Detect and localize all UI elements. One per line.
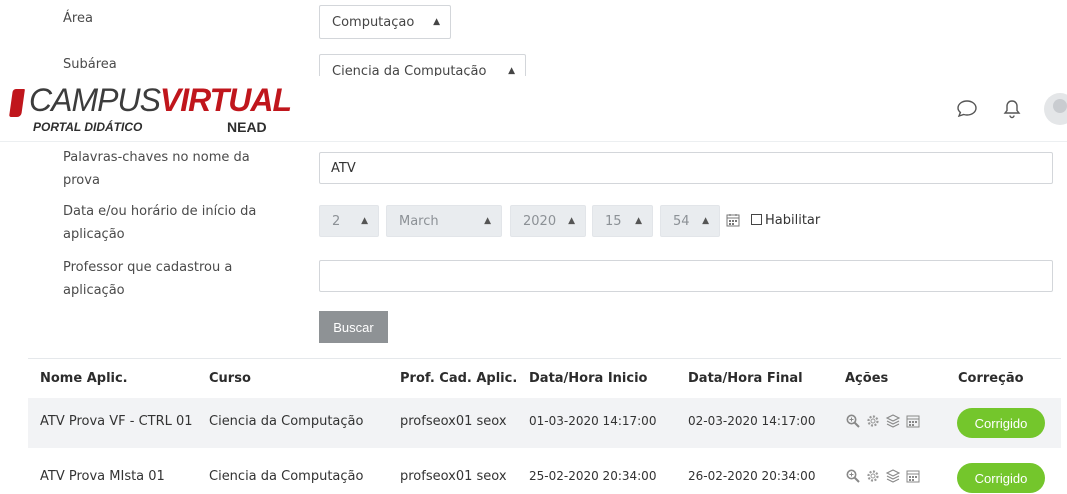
gear-icon[interactable] (865, 413, 881, 429)
cell-course: Ciencia da Computação (209, 469, 364, 484)
cell-name: ATV Prova VF - CTRL 01 (40, 414, 193, 429)
select-caret-icon: ▲︎ (702, 216, 709, 226)
layers-icon[interactable] (885, 413, 901, 429)
cell-start: 25-02-2020 20:34:00 (529, 469, 657, 483)
area-label: Área (63, 11, 93, 26)
column-header: Ações (845, 371, 889, 386)
keywords-label: Palavras-chaves no nome da prova (63, 150, 250, 188)
area-select[interactable]: Computaçao ▲︎ (319, 5, 451, 39)
subarea-label: Subárea (63, 57, 117, 72)
row-actions (845, 468, 921, 484)
select-caret-icon: ▲︎ (568, 216, 575, 226)
status-badge-button[interactable]: Corrigido (957, 463, 1045, 493)
minute-select-value: 54 (673, 213, 690, 229)
select-caret-icon: ▲︎ (508, 66, 515, 76)
start-datetime-label: Data e/ou horário de início da aplicação (63, 204, 257, 242)
select-caret-icon: ▲︎ (635, 216, 642, 226)
hour-select-value: 15 (605, 213, 622, 229)
year-select[interactable]: 2020 ▲︎ (510, 205, 586, 237)
day-select-value: 2 (332, 213, 341, 229)
select-caret-icon: ▲︎ (433, 17, 440, 27)
search-button[interactable]: Buscar (319, 311, 388, 343)
table-row: ATV Prova VF - CTRL 01 Ciencia da Comput… (28, 398, 1061, 448)
row-actions (845, 413, 921, 429)
enable-checkbox[interactable] (751, 214, 762, 225)
year-select-value: 2020 (523, 213, 557, 229)
minute-select[interactable]: 54 ▲︎ (660, 205, 720, 237)
chat-bubble-icon[interactable] (956, 98, 978, 120)
cell-prof: profseox01 seox (400, 414, 507, 429)
cell-prof: profseox01 seox (400, 469, 507, 484)
bell-icon[interactable] (1001, 98, 1023, 120)
month-select-value: March (399, 213, 439, 229)
magnifier-icon[interactable] (845, 468, 861, 484)
column-header[interactable]: Curso (209, 371, 251, 386)
select-caret-icon: ▲︎ (484, 216, 491, 226)
calendar-icon[interactable] (905, 413, 921, 429)
column-header[interactable]: Prof. Cad. Aplic. (400, 371, 517, 386)
gear-icon[interactable] (865, 468, 881, 484)
teacher-label: Professor que cadastrou a aplicação (63, 260, 233, 298)
month-select[interactable]: March ▲︎ (386, 205, 502, 237)
cell-start: 01-03-2020 14:17:00 (529, 414, 657, 428)
keywords-input[interactable] (319, 152, 1053, 184)
logo-nead-text: NEAD (227, 119, 267, 135)
column-header[interactable]: Nome Aplic. (40, 371, 128, 386)
hour-select[interactable]: 15 ▲︎ (592, 205, 653, 237)
logo-mark-icon (9, 89, 25, 117)
day-select[interactable]: 2 ▲︎ (319, 205, 379, 237)
enable-checkbox-wrap[interactable]: Habilitar (751, 213, 820, 228)
teacher-input[interactable] (319, 260, 1053, 292)
logo-portal-text: PORTAL DIDÁTICO (33, 120, 143, 134)
area-select-value: Computaçao (332, 14, 415, 30)
site-header: CAMPUSVIRTUAL PORTAL DIDÁTICO NEAD (0, 76, 1067, 142)
logo-wordmark: CAMPUSVIRTUAL (29, 82, 292, 118)
select-caret-icon: ▲︎ (361, 216, 368, 226)
cell-end: 26-02-2020 20:34:00 (688, 469, 816, 483)
user-avatar[interactable] (1044, 93, 1067, 125)
table-header: Nome Aplic. Curso Prof. Cad. Aplic. Data… (28, 358, 1061, 398)
cell-course: Ciencia da Computação (209, 414, 364, 429)
layers-icon[interactable] (885, 468, 901, 484)
calendar-icon[interactable] (726, 213, 740, 227)
cell-name: ATV Prova MIsta 01 (40, 469, 165, 484)
table-row: ATV Prova MIsta 01 Ciencia da Computação… (28, 453, 1061, 494)
enable-checkbox-label: Habilitar (765, 213, 821, 228)
column-header: Correção (958, 371, 1024, 386)
cell-end: 02-03-2020 14:17:00 (688, 414, 816, 428)
calendar-icon[interactable] (905, 468, 921, 484)
status-badge-button[interactable]: Corrigido (957, 408, 1045, 438)
column-header[interactable]: Data/Hora Inicio (529, 371, 647, 386)
column-header[interactable]: Data/Hora Final (688, 371, 803, 386)
magnifier-icon[interactable] (845, 413, 861, 429)
